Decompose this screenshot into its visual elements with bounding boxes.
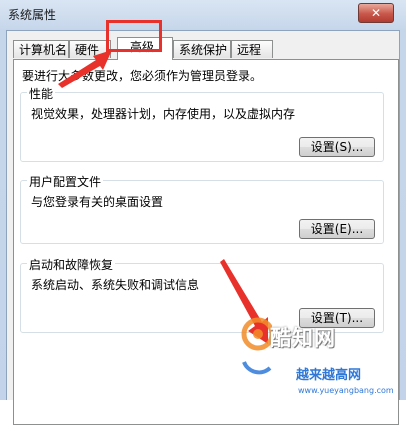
startup-recovery-description: 系统启动、系统失败和调试信息	[31, 278, 200, 292]
user-profiles-settings-button[interactable]: 设置(E)...	[299, 219, 375, 239]
watermark-logo-icon	[241, 317, 272, 375]
performance-description: 视觉效果，处理器计划，内存使用，以及虚拟内存	[31, 107, 296, 121]
title-bar: 系统属性 ✕	[0, 0, 406, 30]
window-title: 系统属性	[8, 8, 57, 22]
user-profiles-description: 与您登录有关的桌面设置	[31, 195, 164, 209]
performance-title: 性能	[27, 85, 56, 102]
user-profiles-group: 用户配置文件 与您登录有关的桌面设置 设置(E)...	[20, 173, 384, 244]
tab-computer-name[interactable]: 计算机名	[13, 40, 69, 58]
watermark-url: www.yueyangbang.com	[298, 386, 394, 395]
tab-highlight-box	[106, 20, 162, 52]
system-properties-window: 系统属性 ✕ 计算机名 硬件 高级 系统保护 远程 要进行大多数更改，您必须作为…	[0, 0, 406, 425]
watermark-main: 酷知网	[270, 326, 336, 350]
performance-settings-button[interactable]: 设置(S)...	[299, 137, 375, 157]
watermark-secondary: 越来越高网	[296, 368, 362, 383]
admin-notice: 要进行大多数更改，您必须作为管理员登录。	[22, 69, 263, 83]
startup-recovery-title: 启动和故障恢复	[27, 256, 116, 273]
close-button[interactable]: ✕	[358, 3, 394, 23]
tab-system-protection[interactable]: 系统保护	[173, 40, 231, 58]
user-profiles-title: 用户配置文件	[27, 173, 104, 190]
tab-hardware[interactable]: 硬件	[69, 40, 111, 58]
tab-remote[interactable]: 远程	[231, 40, 273, 58]
performance-group: 性能 视觉效果，处理器计划，内存使用，以及虚拟内存 设置(S)...	[20, 85, 384, 162]
